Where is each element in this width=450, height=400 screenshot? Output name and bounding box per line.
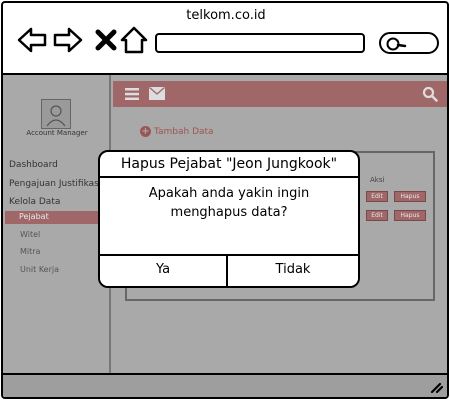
delete-button[interactable]: Hapus xyxy=(394,210,426,221)
search-icon xyxy=(386,37,407,51)
sidebar-item-witel[interactable]: Witel xyxy=(20,230,40,239)
cancel-button[interactable]: Tidak xyxy=(228,256,358,286)
home-icon[interactable] xyxy=(119,25,149,55)
top-bar xyxy=(113,81,447,107)
sidebar-item-label: Pejabat xyxy=(19,212,49,221)
delete-button[interactable]: Hapus xyxy=(394,191,426,202)
arrow-left-icon[interactable] xyxy=(17,25,47,55)
resize-icon[interactable] xyxy=(429,379,443,393)
column-header-aksi: Aksi xyxy=(370,176,385,184)
sidebar-item-dashboard[interactable]: Dashboard xyxy=(9,160,58,170)
mail-icon[interactable] xyxy=(149,87,165,100)
arrow-right-icon[interactable] xyxy=(53,25,83,55)
avatar xyxy=(41,99,71,129)
plus-icon: + xyxy=(140,126,151,137)
search-icon[interactable] xyxy=(422,86,438,102)
add-data-button[interactable]: + Tambah Data xyxy=(140,126,214,137)
hamburger-icon[interactable] xyxy=(125,88,139,100)
dialog-message: Apakah anda yakin ingin menghapus data? xyxy=(148,186,310,220)
sidebar: Account Manager Dashboard Pengajuan Just… xyxy=(3,75,111,373)
url-bar[interactable] xyxy=(155,33,365,53)
sidebar-item-unit-kerja[interactable]: Unit Kerja xyxy=(20,265,59,274)
sidebar-item-kelola-data[interactable]: Kelola Data xyxy=(9,197,60,207)
delete-confirm-dialog: Hapus Pejabat "Jeon Jungkook" Apakah and… xyxy=(98,150,360,288)
sidebar-item-pengajuan[interactable]: Pengajuan Justifikasi xyxy=(9,179,101,189)
user-icon xyxy=(46,105,66,127)
sidebar-role: Account Manager xyxy=(26,129,88,137)
edit-button[interactable]: Edit xyxy=(366,191,388,202)
dialog-title: Hapus Pejabat "Jeon Jungkook" xyxy=(120,156,338,172)
browser-title: telkom.co.id xyxy=(186,8,266,23)
confirm-button[interactable]: Ya xyxy=(100,256,228,286)
browser-window: telkom.co.id Account Manager Dashboard P… xyxy=(1,1,449,399)
edit-button[interactable]: Edit xyxy=(366,210,388,221)
close-icon[interactable] xyxy=(91,25,121,55)
browser-search-box[interactable] xyxy=(379,32,439,54)
add-data-label: Tambah Data xyxy=(154,126,214,137)
sidebar-item-mitra[interactable]: Mitra xyxy=(20,247,40,256)
status-bar xyxy=(3,375,447,397)
dialog-title-divider xyxy=(100,176,358,178)
sidebar-item-pejabat[interactable]: Pejabat xyxy=(5,211,109,224)
